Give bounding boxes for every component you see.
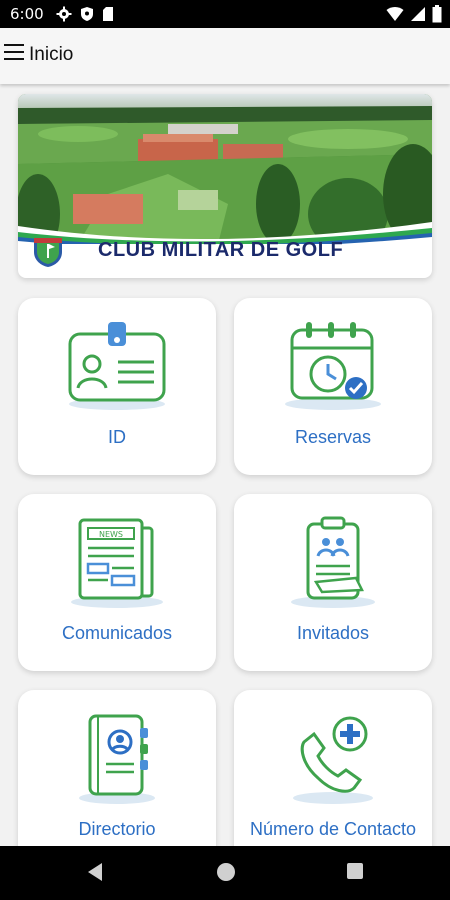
newspaper-icon: NEWS [71,518,163,608]
menu-card-label: Comunicados [61,623,173,643]
menu-card-label: Reservas [294,427,372,447]
app-bar: Inicio [0,28,450,84]
calendar-clock-icon [285,322,381,410]
shield-icon [81,7,93,21]
status-system-icons [386,5,442,23]
recent-apps-icon[interactable] [346,862,364,880]
svg-text:NEWS: NEWS [99,530,123,539]
menu-card-label: Invitados [296,623,370,643]
club-name: CLUB MILITAR DE GOLF [98,239,344,261]
battery-icon [432,5,442,23]
menu-card-label: Número de Contacto [249,819,417,839]
menu-card-id[interactable]: ID [18,298,216,475]
golf-club-aerial-photo [18,94,432,244]
settings-icon [56,6,72,22]
status-notification-icons [56,6,114,22]
menu-card-label: Directorio [78,819,156,839]
menu-card-reservas[interactable]: Reservas [234,298,432,475]
menu-card-invitados[interactable]: Invitados [234,494,432,671]
menu-card-numero-de-contacto[interactable]: Número de Contacto [234,690,432,867]
clipboard-guests-icon [291,516,375,608]
wifi-icon [386,7,404,21]
club-crest-logo [34,238,62,267]
phone-plus-icon [293,716,373,804]
address-book-icon [79,714,155,804]
cell-signal-icon [411,7,425,21]
menu-card-directorio[interactable]: Directorio [18,690,216,867]
home-icon[interactable] [216,862,236,882]
menu-card-comunicados[interactable]: NEWS Comunicados [18,494,216,671]
club-banner: CLUB MILITAR DE GOLF [18,94,432,278]
back-icon[interactable] [86,862,104,882]
status-bar: 6:00 [0,0,450,28]
page-title: Inicio [29,44,74,65]
menu-card-label: ID [108,427,126,447]
system-navigation-bar [0,846,450,900]
id-card-icon [68,322,166,410]
hamburger-menu-icon[interactable] [4,44,26,66]
sd-card-icon [103,7,113,21]
status-time: 6:00 [10,5,44,23]
